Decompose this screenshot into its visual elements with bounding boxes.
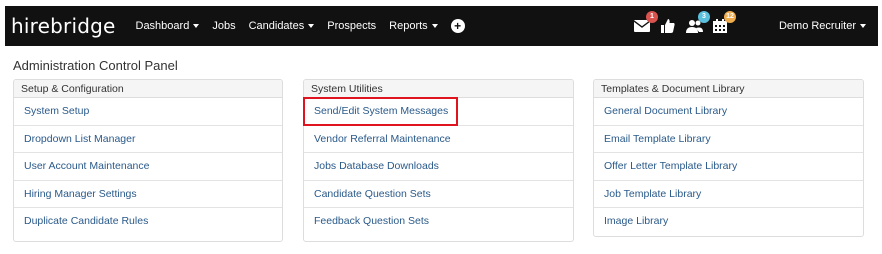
panel-link[interactable]: Job Template Library bbox=[594, 181, 863, 208]
panel-link[interactable]: General Document Library bbox=[594, 98, 863, 126]
panel-link[interactable]: Vendor Referral Maintenance bbox=[304, 126, 573, 153]
panel-templates-document-library: Templates & Document Library General Doc… bbox=[593, 79, 864, 237]
nav-prospects[interactable]: Prospects bbox=[327, 20, 376, 32]
nav-reports[interactable]: Reports bbox=[389, 20, 438, 32]
nav-reports-label: Reports bbox=[389, 20, 428, 32]
users-icon[interactable]: 3 bbox=[685, 11, 710, 34]
caret-down-icon bbox=[431, 24, 438, 28]
panel-setup-configuration: Setup & Configuration System Setup Dropd… bbox=[13, 79, 283, 242]
users-count-badge: 3 bbox=[698, 11, 710, 23]
message-count-badge: 1 bbox=[646, 11, 658, 23]
panel-heading: Setup & Configuration bbox=[14, 80, 282, 98]
thumbs-up-icon[interactable] bbox=[659, 18, 677, 34]
panel-link[interactable]: Email Template Library bbox=[594, 126, 863, 153]
nav-candidates[interactable]: Candidates bbox=[249, 20, 315, 32]
envelope-icon[interactable]: 1 bbox=[633, 11, 658, 34]
panel-heading: Templates & Document Library bbox=[594, 80, 863, 98]
panel-link[interactable]: System Setup bbox=[14, 98, 282, 126]
nav-dashboard-label: Dashboard bbox=[135, 20, 190, 32]
caret-down-icon bbox=[860, 24, 866, 28]
page-title: Administration Control Panel bbox=[13, 58, 178, 73]
top-navbar: hirebridge Dashboard Jobs Candidates Pro… bbox=[5, 6, 878, 46]
calendar-count-badge: 12 bbox=[724, 11, 736, 23]
nav-jobs[interactable]: Jobs bbox=[212, 20, 235, 32]
caret-down-icon bbox=[193, 24, 200, 28]
nav-jobs-label: Jobs bbox=[212, 20, 236, 32]
nav-prospects-label: Prospects bbox=[327, 20, 377, 32]
caret-down-icon bbox=[308, 24, 315, 28]
panel-link[interactable]: Offer Letter Template Library bbox=[594, 153, 863, 181]
panel-heading: System Utilities bbox=[304, 80, 573, 98]
highlight-annotation-box bbox=[303, 97, 458, 126]
add-plus-icon[interactable]: + bbox=[450, 19, 465, 33]
nav-candidates-label: Candidates bbox=[248, 20, 305, 32]
panel-link[interactable]: Feedback Question Sets bbox=[304, 208, 573, 236]
panel-link[interactable]: Candidate Question Sets bbox=[304, 181, 573, 208]
notification-icons: 1 3 12 bbox=[633, 6, 737, 46]
calendar-icon[interactable]: 12 bbox=[711, 11, 736, 34]
user-menu[interactable]: Demo Recruiter bbox=[779, 6, 866, 46]
user-name: Demo Recruiter bbox=[778, 20, 856, 32]
panel-link[interactable]: Image Library bbox=[594, 208, 863, 236]
nav-dashboard[interactable]: Dashboard bbox=[136, 20, 200, 32]
panel-link[interactable]: Jobs Database Downloads bbox=[304, 153, 573, 181]
panel-link[interactable]: Duplicate Candidate Rules bbox=[14, 208, 282, 236]
panel-link[interactable]: User Account Maintenance bbox=[14, 153, 282, 181]
panel-link[interactable]: Dropdown List Manager bbox=[14, 126, 282, 153]
hirebridge-logo[interactable]: hirebridge bbox=[11, 14, 116, 38]
panel-link[interactable]: Hiring Manager Settings bbox=[14, 181, 282, 208]
